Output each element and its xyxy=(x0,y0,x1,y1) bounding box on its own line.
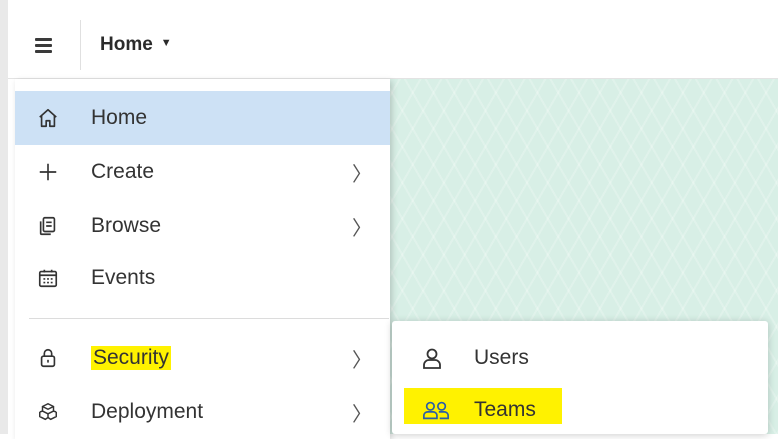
browse-icon xyxy=(35,213,61,239)
menu-item-label: Create xyxy=(91,160,155,183)
chevron-right-icon: 〉 xyxy=(352,163,372,186)
user-icon xyxy=(422,345,450,371)
page-selector-label: Home xyxy=(100,34,153,55)
menu-item-label: Home xyxy=(91,106,148,129)
submenu-item-label: Users xyxy=(474,346,529,369)
submenu-item-teams[interactable]: Teams xyxy=(392,385,768,435)
menu-item-create[interactable]: Create 〉 xyxy=(15,145,390,199)
security-submenu: Users Teams xyxy=(392,321,768,434)
submenu-item-users[interactable]: Users xyxy=(392,333,768,383)
menu-item-label: Browse xyxy=(91,214,162,237)
menu-item-home[interactable]: Home xyxy=(15,91,390,145)
plus-icon xyxy=(35,159,61,185)
navbar-divider xyxy=(80,20,81,70)
menu-item-label: Events xyxy=(91,266,156,289)
hamburger-icon xyxy=(34,35,52,56)
menu-divider xyxy=(29,318,389,319)
main-menu: Home Create 〉 Browse 〉 Events Security 〉… xyxy=(15,79,390,439)
menu-item-security[interactable]: Security 〉 xyxy=(15,331,390,385)
chevron-right-icon: 〉 xyxy=(352,217,372,240)
submenu-item-label: Teams xyxy=(474,398,536,421)
home-icon xyxy=(35,105,61,131)
menu-item-deployment[interactable]: Deployment 〉 xyxy=(15,385,390,439)
menu-item-events[interactable]: Events xyxy=(15,251,390,305)
page-selector-dropdown[interactable]: Home ▼ xyxy=(100,12,172,78)
top-navbar: Home ▼ xyxy=(8,12,778,79)
team-icon xyxy=(422,397,450,423)
chevron-right-icon: 〉 xyxy=(352,349,372,372)
menu-item-label: Security xyxy=(91,346,171,370)
caret-down-icon: ▼ xyxy=(160,37,172,49)
calendar-icon xyxy=(35,265,61,291)
menu-item-label: Deployment xyxy=(91,400,204,423)
deployment-icon xyxy=(35,399,61,425)
window-left-edge xyxy=(0,0,8,434)
lock-icon xyxy=(35,345,61,371)
menu-item-browse[interactable]: Browse 〉 xyxy=(15,199,390,253)
chevron-right-icon: 〉 xyxy=(352,403,372,426)
hamburger-menu-button[interactable] xyxy=(8,12,78,78)
